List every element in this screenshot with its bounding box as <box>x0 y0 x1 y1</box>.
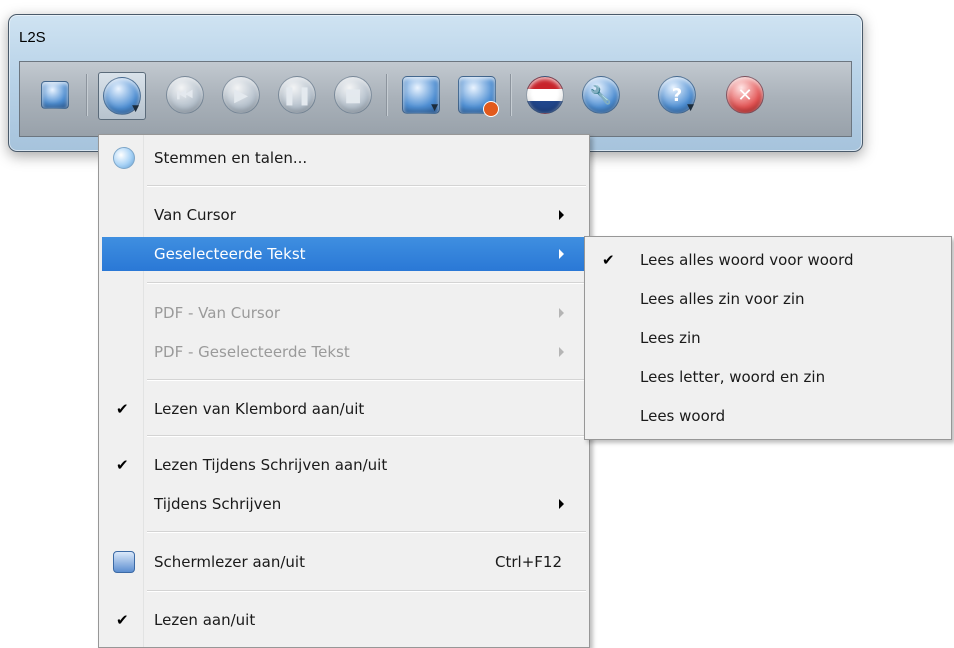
checkmark-icon: ✔ <box>116 456 129 474</box>
close-icon: ✕ <box>726 76 764 114</box>
play-button[interactable]: ▶ <box>218 72 264 118</box>
menu-item-label: Lezen van Klembord aan/uit <box>154 400 365 418</box>
record-button[interactable] <box>454 72 500 118</box>
menu-separator <box>147 282 586 284</box>
play-icon: ▶ <box>222 76 260 114</box>
toolbar: ▼ ⏮ ▶ ❚❚ ■ ▼ 🔧 ? ▼ ✕ <box>19 61 852 137</box>
previous-icon: ⏮ <box>166 76 204 114</box>
menu-item-label: Tijdens Schrijven <box>154 495 282 513</box>
submenu-item-letter-word-sentence[interactable]: Lees letter, woord en zin <box>588 360 948 394</box>
menu-item-label: Schermlezer aan/uit <box>154 553 305 571</box>
chevron-down-icon: ▼ <box>132 104 139 114</box>
voices-icon <box>113 147 135 169</box>
submenu-item-label: Lees zin <box>640 329 701 347</box>
submenu-arrow-icon <box>559 249 564 259</box>
shortcut-label: Ctrl+F12 <box>495 553 562 571</box>
menu-item-selected-text[interactable]: Geselecteerde Tekst <box>102 237 586 271</box>
menu-item-pdf-selected-text[interactable]: PDF - Geselecteerde Tekst <box>102 335 586 369</box>
submenu-arrow-icon <box>559 210 564 220</box>
voices-button[interactable] <box>32 72 78 118</box>
submenu-item-label: Lees alles zin voor zin <box>640 290 805 308</box>
menu-item-pdf-from-cursor[interactable]: PDF - Van Cursor <box>102 296 586 330</box>
toolbar-separator <box>386 74 388 116</box>
menu-separator <box>147 590 586 592</box>
wrench-icon: 🔧 <box>582 76 620 114</box>
menu-separator <box>147 379 586 381</box>
submenu-item-label: Lees woord <box>640 407 726 425</box>
toolbar-separator <box>86 74 88 116</box>
record-document-icon <box>458 76 499 117</box>
help-button[interactable]: ? ▼ <box>654 72 700 118</box>
menu-item-from-cursor[interactable]: Van Cursor <box>102 198 586 232</box>
stop-icon: ■ <box>334 76 372 114</box>
speak-dropdown-menu: Stemmen en talen... Van Cursor Geselecte… <box>98 134 590 648</box>
submenu-arrow-icon <box>559 308 564 318</box>
submenu-item-word-by-word[interactable]: ✔ Lees alles woord voor woord <box>588 243 948 277</box>
submenu-item-read-word[interactable]: Lees woord <box>588 399 948 433</box>
menu-item-label: Van Cursor <box>154 206 236 224</box>
menu-item-read-while-typing[interactable]: ✔ Lezen Tijdens Schrijven aan/uit <box>102 448 586 482</box>
checkmark-icon: ✔ <box>116 400 129 418</box>
submenu-item-label: Lees letter, woord en zin <box>640 368 826 386</box>
menu-separator <box>147 185 586 187</box>
menu-item-label: Lezen aan/uit <box>154 611 256 629</box>
menu-item-label: Geselecteerde Tekst <box>154 245 306 263</box>
menu-item-clipboard-reading[interactable]: ✔ Lezen van Klembord aan/uit <box>102 392 586 426</box>
chevron-down-icon: ▼ <box>431 103 438 113</box>
settings-button[interactable]: 🔧 <box>578 72 624 118</box>
menu-item-label: Stemmen en talen... <box>154 149 308 167</box>
pause-button[interactable]: ❚❚ <box>274 72 320 118</box>
checkmark-icon: ✔ <box>116 611 129 629</box>
menu-item-voices-languages[interactable]: Stemmen en talen... <box>102 141 586 175</box>
menu-item-label: PDF - Van Cursor <box>154 304 281 322</box>
save-audio-button[interactable]: ▼ <box>398 72 444 118</box>
window-title: L2S <box>19 29 46 46</box>
menu-item-while-typing[interactable]: Tijdens Schrijven <box>102 487 586 521</box>
submenu-arrow-icon <box>559 499 564 509</box>
dutch-flag-icon <box>526 76 564 114</box>
checkmark-icon: ✔ <box>602 251 615 269</box>
pause-icon: ❚❚ <box>278 76 316 114</box>
speak-button[interactable]: ▼ <box>98 72 146 120</box>
submenu-item-label: Lees alles woord voor woord <box>640 251 854 269</box>
menu-separator <box>147 435 586 437</box>
menu-item-label: PDF - Geselecteerde Tekst <box>154 343 350 361</box>
language-button[interactable] <box>522 72 568 118</box>
close-button[interactable]: ✕ <box>722 72 768 118</box>
menu-separator <box>147 531 586 533</box>
submenu-item-read-sentence[interactable]: Lees zin <box>588 321 948 355</box>
menu-item-reading-toggle[interactable]: ✔ Lezen aan/uit <box>102 603 586 637</box>
chevron-down-icon: ▼ <box>687 103 694 113</box>
menu-item-label: Lezen Tijdens Schrijven aan/uit <box>154 456 388 474</box>
submenu-item-sentence-by-sentence[interactable]: Lees alles zin voor zin <box>588 282 948 316</box>
selected-text-submenu: ✔ Lees alles woord voor woord Lees alles… <box>584 236 952 440</box>
voices-icon <box>41 81 69 109</box>
screen-reader-icon <box>113 551 135 573</box>
stop-button[interactable]: ■ <box>330 72 376 118</box>
toolbar-separator <box>510 74 512 116</box>
menu-item-screen-reader[interactable]: Schermlezer aan/uit Ctrl+F12 <box>102 545 586 579</box>
previous-button[interactable]: ⏮ <box>162 72 208 118</box>
app-window: L2S ▼ ⏮ ▶ ❚❚ ■ ▼ 🔧 ? ▼ ✕ <box>8 14 863 152</box>
submenu-arrow-icon <box>559 347 564 357</box>
